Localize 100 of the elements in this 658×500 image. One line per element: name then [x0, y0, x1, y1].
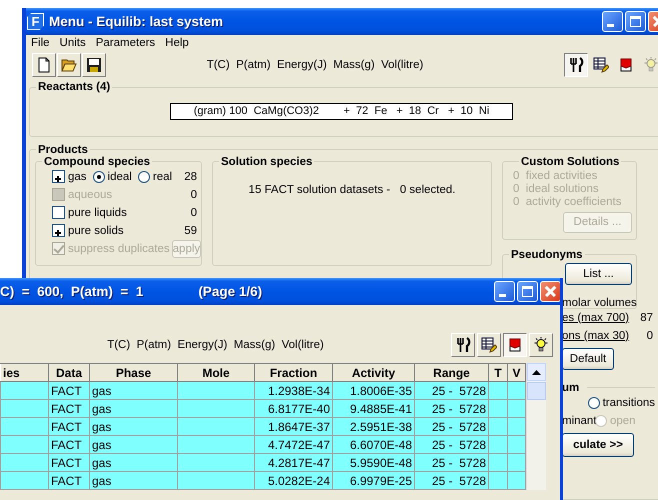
minimize-button[interactable]: [494, 281, 515, 302]
table-cell: 5.0282E-24: [254, 472, 332, 490]
section-label: molar volumes: [561, 296, 638, 309]
limit-link[interactable]: ons (max 30): [562, 330, 630, 342]
table-cell: 6.6070E-48: [332, 436, 414, 454]
species-count: 59: [184, 224, 197, 237]
checkbox-label: suppress duplicates: [68, 242, 170, 255]
checkbox[interactable]: [52, 224, 65, 238]
reactants-field[interactable]: (gram) 100 CaMg(CO3)2 + 72 Fe + 18 Cr + 10 Ni: [170, 103, 513, 120]
table-cell: [0, 382, 48, 400]
radio-button[interactable]: [588, 396, 600, 409]
table-cell: 4.7472E-47: [254, 436, 332, 454]
maximize-button[interactable]: [517, 281, 538, 302]
table-cell: [0, 436, 48, 454]
toolbar-button[interactable]: [564, 52, 588, 77]
section-label: um: [562, 382, 580, 394]
table-cell: 1.8647E-37: [254, 418, 332, 436]
group-title: Pseudonyms: [510, 248, 584, 261]
radio-label: ideal: [108, 170, 132, 183]
list-button[interactable]: List ...: [565, 262, 632, 285]
species-count: 0: [190, 206, 197, 219]
checkbox-label: gas: [68, 170, 87, 183]
group-title: Compound species: [43, 156, 152, 168]
option-label: minant: [562, 414, 595, 427]
table-cell: gas: [90, 418, 178, 436]
scroll-up-button[interactable]: [527, 363, 546, 381]
table-cell: 25 - 5728: [414, 472, 488, 490]
table-cell: 1.8006E-35: [332, 382, 414, 400]
menu-item[interactable]: Help: [160, 36, 194, 49]
column-header: Fraction: [254, 364, 332, 382]
table-cell: [0, 454, 48, 472]
radio-label: transitions: [602, 396, 655, 409]
column-header: Mole: [178, 364, 254, 382]
column-header: Phase: [90, 364, 178, 382]
checkbox[interactable]: [52, 206, 65, 220]
table-cell: [0, 472, 48, 490]
menu-item[interactable]: File: [26, 36, 55, 49]
column-header: T: [488, 364, 508, 382]
group-title: Reactants (4): [37, 81, 112, 94]
window-title: C) = 600, P(atm) = 1: [0, 284, 144, 299]
table-cell: 1.2938E-34: [254, 382, 332, 400]
lightbulb-icon: [533, 337, 549, 353]
custom-solution-count: 0 fixed activities: [513, 170, 598, 183]
lightbulb-icon: [643, 56, 658, 73]
table-cell: gas: [90, 472, 178, 490]
units-label: T(C) P(atm) Energy(J) Mass(g) Vol(litre): [206, 58, 424, 71]
table-cell: 25 - 5728: [414, 382, 488, 400]
table-cell: 2.5951E-38: [332, 418, 414, 436]
radio-button[interactable]: [138, 170, 150, 183]
fork-and-knife-icon: [568, 56, 584, 73]
table-cell: FACT: [48, 454, 90, 472]
checkbox[interactable]: [52, 170, 65, 184]
column-header: V: [508, 364, 526, 382]
group-title: Custom Solutions: [520, 156, 620, 168]
book-icon: [618, 56, 634, 73]
column-header: Data: [48, 364, 90, 382]
column-header: Range: [414, 364, 488, 382]
table-cell: 25 - 5728: [414, 400, 488, 418]
window-title: Menu - Equilib: last system: [49, 14, 224, 29]
solution-summary: 15 FACT solution datasets - 0 selected.: [248, 184, 456, 196]
scrollbar[interactable]: [526, 363, 546, 490]
maximize-button[interactable]: [625, 10, 646, 32]
table-cell: 25 - 5728: [414, 436, 488, 454]
table-cell: 5.9590E-48: [332, 454, 414, 472]
menu-item[interactable]: Units: [54, 36, 91, 49]
open-folder-icon: [61, 56, 77, 73]
scrollbar-thumb[interactable]: [527, 382, 546, 400]
limit-count: 0: [646, 330, 654, 342]
new-document-icon: [36, 56, 52, 73]
up-arrow-icon: [532, 370, 541, 374]
checkbox-label: pure liquids: [68, 206, 127, 219]
group-title: Products: [37, 144, 89, 156]
radio-label: open: [610, 414, 636, 427]
checkbox-label: aqueous: [68, 188, 112, 201]
minimize-button[interactable]: [602, 10, 623, 32]
limit-count: 87: [640, 312, 654, 324]
default-button[interactable]: Default: [562, 348, 614, 370]
table-cell: 4.2817E-47: [254, 454, 332, 472]
species-count: 0: [190, 188, 197, 201]
table-cell: FACT: [48, 472, 90, 490]
radio-button[interactable]: [92, 170, 105, 183]
book-icon: [507, 337, 523, 353]
app-logo: F: [27, 12, 44, 30]
toolbar-button[interactable]: [503, 333, 527, 357]
column-header: Activity: [332, 364, 414, 382]
page-indicator: (Page 1/6): [198, 284, 262, 299]
table-cell: [0, 400, 48, 418]
calculate-button[interactable]: culate >>: [562, 432, 634, 457]
table-cell: FACT: [48, 436, 90, 454]
menu-item[interactable]: Parameters: [90, 36, 160, 49]
close-button[interactable]: [540, 281, 560, 302]
table-cell: [0, 418, 48, 436]
column-header: ies: [0, 364, 48, 382]
units-label: T(C) P(atm) Energy(J) Mass(g) Vol(litre): [106, 339, 325, 351]
table-cell: FACT: [48, 418, 90, 436]
checkbox-label: pure solids: [68, 224, 124, 237]
radio-label: real: [152, 170, 172, 183]
table-cell: FACT: [48, 400, 90, 418]
table-cell: gas: [90, 454, 178, 472]
custom-solution-count: 0 ideal solutions: [513, 182, 600, 196]
